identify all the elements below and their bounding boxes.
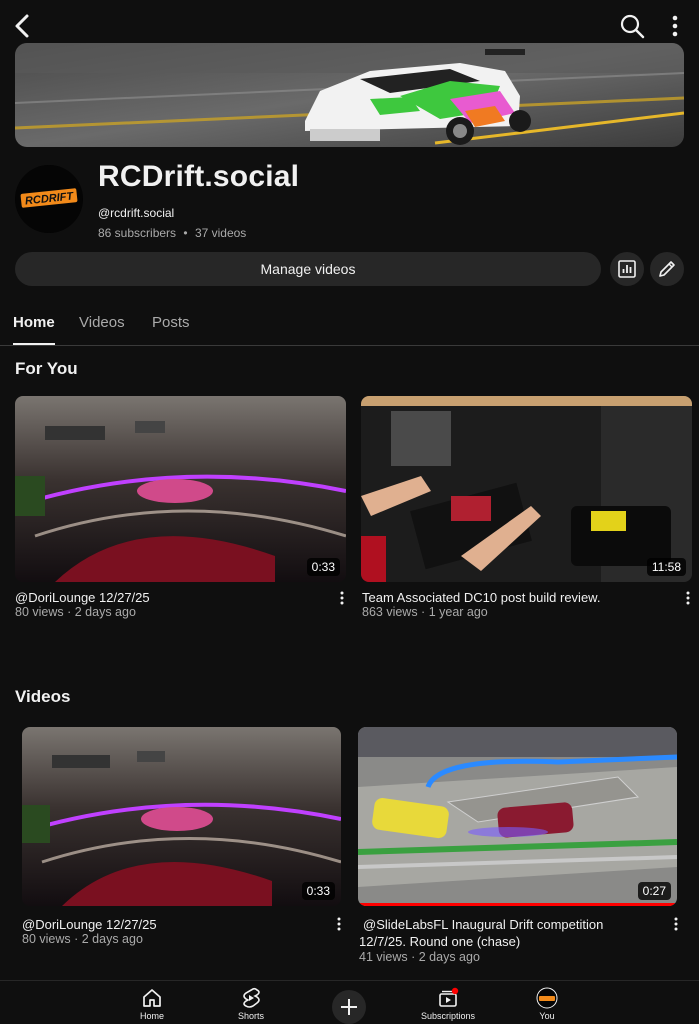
tab-videos[interactable]: Videos (79, 314, 125, 331)
video-meta: 80 views · 2 days ago (15, 605, 136, 619)
edit-channel-button[interactable] (650, 252, 684, 286)
video-thumbnail[interactable]: 0:27 (358, 727, 677, 906)
avatar-icon (536, 987, 558, 1009)
video-title[interactable]: @SlideLabsFL Inaugural Drift competition… (359, 916, 603, 950)
video-meta: 80 views · 2 days ago (22, 932, 143, 946)
separator-dot: • (183, 226, 188, 240)
subscriptions-icon (439, 987, 459, 1007)
subscriber-count: 86 subscribers (98, 226, 177, 240)
video-thumbnail[interactable]: 11:58 (361, 396, 692, 582)
video-title[interactable]: @DoriLounge 12/27/25 (15, 589, 150, 606)
manage-videos-button[interactable]: Manage videos (15, 252, 601, 286)
bottom-navigation: Home Shorts Subscriptions You (0, 980, 699, 1024)
video-duration: 0:27 (637, 882, 671, 900)
section-title-for-you: For You (15, 359, 78, 378)
nav-home[interactable]: Home (112, 987, 192, 1021)
create-button[interactable] (332, 990, 366, 1024)
nav-subscriptions[interactable]: Subscriptions (408, 987, 488, 1021)
channel-name: RCDrift.social (98, 160, 300, 193)
more-vert-icon[interactable] (334, 916, 344, 932)
pencil-icon (659, 261, 675, 277)
tab-home[interactable]: Home (13, 314, 55, 331)
create-plus-icon (341, 999, 357, 1015)
video-thumbnail[interactable]: 0:33 (22, 727, 341, 906)
analytics-button[interactable] (610, 252, 644, 286)
nav-label-home: Home (139, 1011, 164, 1021)
video-title[interactable]: Team Associated DC10 post build review. (362, 589, 600, 606)
channel-avatar[interactable]: RCDRIFT (15, 165, 83, 233)
video-meta: 41 views · 2 days ago (359, 950, 480, 964)
video-duration: 11:58 (646, 558, 686, 576)
tab-posts[interactable]: Posts (152, 314, 190, 331)
watch-progress-bar (358, 903, 677, 906)
nav-shorts[interactable]: Shorts (211, 987, 291, 1021)
home-icon (143, 989, 161, 1007)
active-tab-indicator (13, 343, 55, 345)
nav-label-shorts: Shorts (237, 1011, 264, 1021)
analytics-icon (618, 260, 636, 278)
video-thumbnail[interactable]: 0:33 (15, 396, 346, 582)
video-duration: 0:33 (306, 558, 340, 576)
video-count: 37 videos (194, 226, 247, 240)
channel-stats: 86 subscribers • 37 videos (98, 226, 246, 240)
nav-you[interactable]: You (507, 987, 587, 1021)
nav-label-subscriptions: Subscriptions (420, 1011, 476, 1021)
video-title[interactable]: @DoriLounge 12/27/25 (22, 916, 157, 933)
video-duration: 0:33 (301, 882, 335, 900)
more-vert-icon[interactable] (671, 916, 681, 932)
video-title-line-2: 12/7/25. Round one (chase) (359, 934, 521, 949)
more-vert-icon[interactable] (337, 590, 347, 606)
channel-handle: @rcdrift.social (98, 206, 175, 220)
search-icon[interactable] (619, 13, 645, 39)
more-vert-icon[interactable] (665, 13, 685, 39)
shorts-icon (243, 987, 260, 1008)
arrow-back-icon[interactable] (10, 12, 36, 40)
more-vert-icon[interactable] (683, 590, 693, 606)
channel-banner (15, 43, 684, 147)
video-meta: 863 views · 1 year ago (362, 605, 488, 619)
section-title-videos: Videos (15, 687, 71, 706)
channel-tabs: Home Videos Posts (0, 300, 699, 346)
nav-label-you: You (539, 1011, 555, 1021)
video-title-line-1: @SlideLabsFL Inaugural Drift competition (363, 917, 604, 932)
